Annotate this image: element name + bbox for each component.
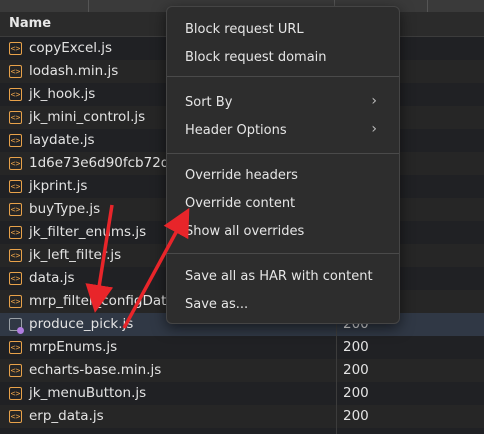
- js-file-icon: <>: [9, 111, 22, 124]
- js-file-icon: <>: [9, 180, 22, 193]
- menu-item-block-request-url[interactable]: Block request URL: [167, 17, 399, 43]
- file-name: mrp_filter_configData: [29, 293, 175, 309]
- menu-item-header-options[interactable]: Header Options ›: [167, 118, 399, 144]
- js-file-icon: <>: [9, 341, 22, 354]
- file-name: mrpEnums.js: [29, 339, 118, 355]
- js-file-icon: <>: [9, 410, 22, 423]
- chevron-right-icon: ›: [371, 93, 377, 109]
- menu-item-label: Block request URL: [185, 22, 304, 37]
- table-row[interactable]: <> erp_data.js 200: [0, 405, 484, 428]
- table-row[interactable]: <> echarts-base.min.js 200: [0, 359, 484, 382]
- js-file-icon: <>: [9, 387, 22, 400]
- menu-separator: [167, 153, 399, 154]
- override-dot-icon: [17, 327, 24, 334]
- file-name: jkprint.js: [29, 178, 88, 194]
- js-file-icon: <>: [9, 203, 22, 216]
- file-name: 1d6e73e6d90fcb72da: [29, 155, 178, 171]
- js-file-icon: <>: [9, 364, 22, 377]
- status-code: 200: [343, 339, 369, 355]
- table-row[interactable]: <> jk_menuButton.js 200: [0, 382, 484, 405]
- file-name: buyType.js: [29, 201, 101, 217]
- context-menu: Block request URL Block request domain S…: [166, 6, 400, 324]
- js-file-icon: <>: [9, 226, 22, 239]
- js-file-icon: <>: [9, 134, 22, 147]
- js-file-icon: <>: [9, 65, 22, 78]
- file-name: jk_left_filter.js: [29, 247, 122, 263]
- menu-item-block-request-domain[interactable]: Block request domain: [167, 45, 399, 71]
- file-name: jk_mini_control.js: [29, 109, 146, 125]
- menu-item-label: Override content: [185, 196, 296, 211]
- menu-item-sort-by[interactable]: Sort By ›: [167, 90, 399, 116]
- file-name: jk_filter_enums.js: [29, 224, 147, 240]
- file-name: laydate.js: [29, 132, 95, 148]
- file-name: data.js: [29, 270, 75, 286]
- menu-item-label: Sort By: [185, 95, 233, 110]
- js-file-icon: <>: [9, 272, 22, 285]
- column-header-name[interactable]: Name: [9, 16, 51, 31]
- menu-item-label: Override headers: [185, 168, 298, 183]
- menu-item-label: Block request domain: [185, 50, 327, 65]
- js-file-icon: <>: [9, 42, 22, 55]
- file-name: jk_menuButton.js: [29, 385, 147, 401]
- file-name: jk_hook.js: [29, 86, 96, 102]
- menu-item-label: Save all as HAR with content: [185, 269, 373, 284]
- file-name: produce_pick.js: [29, 316, 134, 332]
- file-name: lodash.min.js: [29, 63, 119, 79]
- menu-item-save-har[interactable]: Save all as HAR with content: [167, 264, 399, 290]
- menu-item-label: Header Options: [185, 123, 287, 138]
- menu-separator: [167, 76, 399, 77]
- file-name: erp_data.js: [29, 408, 104, 424]
- menu-item-show-all-overrides[interactable]: Show all overrides: [167, 219, 399, 245]
- menu-item-label: Show all overrides: [185, 224, 305, 239]
- status-code: 200: [343, 385, 369, 401]
- js-file-icon: <>: [9, 249, 22, 262]
- file-name: copyExcel.js: [29, 40, 113, 56]
- menu-item-label: Save as...: [185, 297, 249, 312]
- menu-item-save-as[interactable]: Save as...: [167, 292, 399, 318]
- file-name: echarts-base.min.js: [29, 362, 162, 378]
- js-file-icon: <>: [9, 295, 22, 308]
- js-file-icon: <>: [9, 88, 22, 101]
- status-code: 200: [343, 362, 369, 378]
- chevron-right-icon: ›: [371, 121, 377, 137]
- js-file-icon: <>: [9, 157, 22, 170]
- menu-item-override-headers[interactable]: Override headers: [167, 163, 399, 189]
- menu-separator: [167, 253, 399, 254]
- status-code: 200: [343, 408, 369, 424]
- menu-item-override-content[interactable]: Override content: [167, 191, 399, 217]
- table-row[interactable]: <> mrpEnums.js 200: [0, 336, 484, 359]
